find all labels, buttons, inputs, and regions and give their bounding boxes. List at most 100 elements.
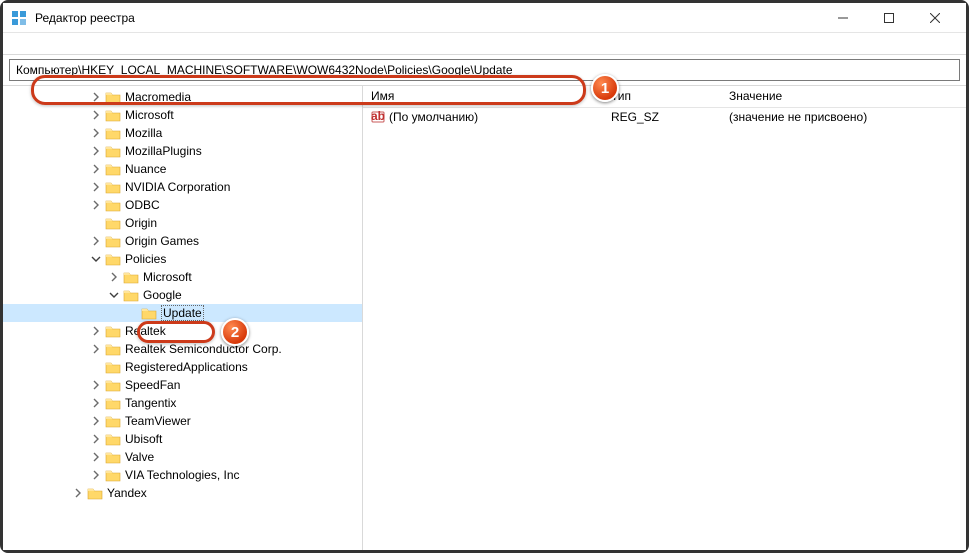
tree-label: TeamViewer [125,414,191,428]
tree-item[interactable]: TeamViewer [3,412,362,430]
folder-icon [105,144,121,158]
content-area: Macromedia Microsoft Mozilla MozillaPlugins… [3,85,966,550]
tree-item[interactable]: Policies [3,250,362,268]
folder-icon [141,306,157,320]
chevron-right-icon[interactable] [89,144,103,158]
tree-item[interactable]: Tangentix [3,394,362,412]
tree-item[interactable]: SpeedFan [3,376,362,394]
tree-label: Nuance [125,162,166,176]
folder-icon [105,126,121,140]
tree-label: Macromedia [125,90,191,104]
values-pane: Имя Тип Значение ab(По умолчанию)REG_SZ(… [363,86,966,550]
chevron-right-icon[interactable] [89,414,103,428]
tree-item[interactable]: MozillaPlugins [3,142,362,160]
titlebar: Редактор реестра [3,3,966,33]
registry-tree: Macromedia Microsoft Mozilla MozillaPlugins… [3,88,362,484]
chevron-right-icon[interactable] [89,198,103,212]
list-body[interactable]: ab(По умолчанию)REG_SZ(значение не присв… [363,108,966,550]
chevron-right-icon[interactable] [89,126,103,140]
chevron-right-icon[interactable] [89,108,103,122]
menubar[interactable] [3,33,966,55]
chevron-right-icon[interactable] [107,270,121,284]
tree-item[interactable]: Origin Games [3,232,362,250]
tree-item[interactable]: NVIDIA Corporation [3,178,362,196]
column-name[interactable]: Имя [363,86,603,107]
tree-label: MozillaPlugins [125,144,202,158]
chevron-down-icon[interactable] [107,288,121,302]
tree-pane[interactable]: Macromedia Microsoft Mozilla MozillaPlugins… [3,86,363,550]
tree-item[interactable]: Origin [3,214,362,232]
tree-label: SpeedFan [125,378,180,392]
folder-icon [105,468,121,482]
tree-item[interactable]: Macromedia [3,88,362,106]
chevron-right-icon[interactable] [89,396,103,410]
tree-item[interactable]: RegisteredApplications [3,358,362,376]
folder-icon [105,252,121,266]
tree-item[interactable]: Realtek Semiconductor Corp. [3,340,362,358]
maximize-button[interactable] [866,3,912,33]
tree-label: Microsoft [125,108,174,122]
tree-item[interactable]: Nuance [3,160,362,178]
chevron-right-icon[interactable] [89,180,103,194]
folder-icon [105,108,121,122]
tree-label: Tangentix [125,396,176,410]
tree-item[interactable]: Update [3,304,362,322]
tree-item-yandex[interactable]: Yandex [3,484,362,502]
app-icon [11,10,27,26]
folder-icon [123,288,139,302]
tree-item[interactable]: Microsoft [3,268,362,286]
tree-label: ODBC [125,198,160,212]
chevron-right-icon[interactable] [89,90,103,104]
folder-icon [105,216,121,230]
chevron-right-icon[interactable] [89,378,103,392]
folder-icon [105,342,121,356]
list-header: Имя Тип Значение [363,86,966,108]
value-type: REG_SZ [603,109,721,125]
folder-icon [105,360,121,374]
address-input[interactable] [9,59,960,81]
chevron-down-icon[interactable] [89,252,103,266]
tree-item[interactable]: Realtek [3,322,362,340]
folder-icon [105,180,121,194]
folder-icon [105,234,121,248]
tree-item[interactable]: ODBC [3,196,362,214]
tree-item[interactable]: VIA Technologies, Inc [3,466,362,484]
tree-item[interactable]: Mozilla [3,124,362,142]
tree-item[interactable]: Valve [3,448,362,466]
folder-icon [105,198,121,212]
list-row[interactable]: ab(По умолчанию)REG_SZ(значение не присв… [363,108,966,126]
tree-item[interactable]: Google [3,286,362,304]
chevron-right-icon[interactable] [89,432,103,446]
chevron-right-icon[interactable] [89,324,103,338]
chevron-right-icon[interactable] [89,234,103,248]
column-type[interactable]: Тип [603,86,721,107]
minimize-button[interactable] [820,3,866,33]
folder-icon [105,414,121,428]
window-controls [820,3,958,33]
tree-item[interactable]: Ubisoft [3,430,362,448]
addressbar-container [3,55,966,85]
folder-icon [105,90,121,104]
tree-label: Origin [125,216,157,230]
chevron-right-icon[interactable] [89,468,103,482]
folder-icon [105,162,121,176]
tree-label: Origin Games [125,234,199,248]
tree-label: VIA Technologies, Inc [125,468,240,482]
string-value-icon: ab [371,110,385,124]
tree-label: Google [143,288,182,302]
close-button[interactable] [912,3,958,33]
folder-icon [105,324,121,338]
tree-label: Realtek Semiconductor Corp. [125,342,282,356]
window-title: Редактор реестра [35,11,820,25]
tree-label: Realtek [125,324,166,338]
folder-icon [105,450,121,464]
chevron-right-icon[interactable] [89,162,103,176]
chevron-right-icon[interactable] [89,342,103,356]
svg-text:ab: ab [371,110,385,123]
chevron-right-icon[interactable] [89,450,103,464]
tree-label: Policies [125,252,166,266]
tree-item[interactable]: Microsoft [3,106,362,124]
chevron-right-icon[interactable] [71,486,85,500]
tree-label: Microsoft [143,270,192,284]
column-value[interactable]: Значение [721,86,966,107]
